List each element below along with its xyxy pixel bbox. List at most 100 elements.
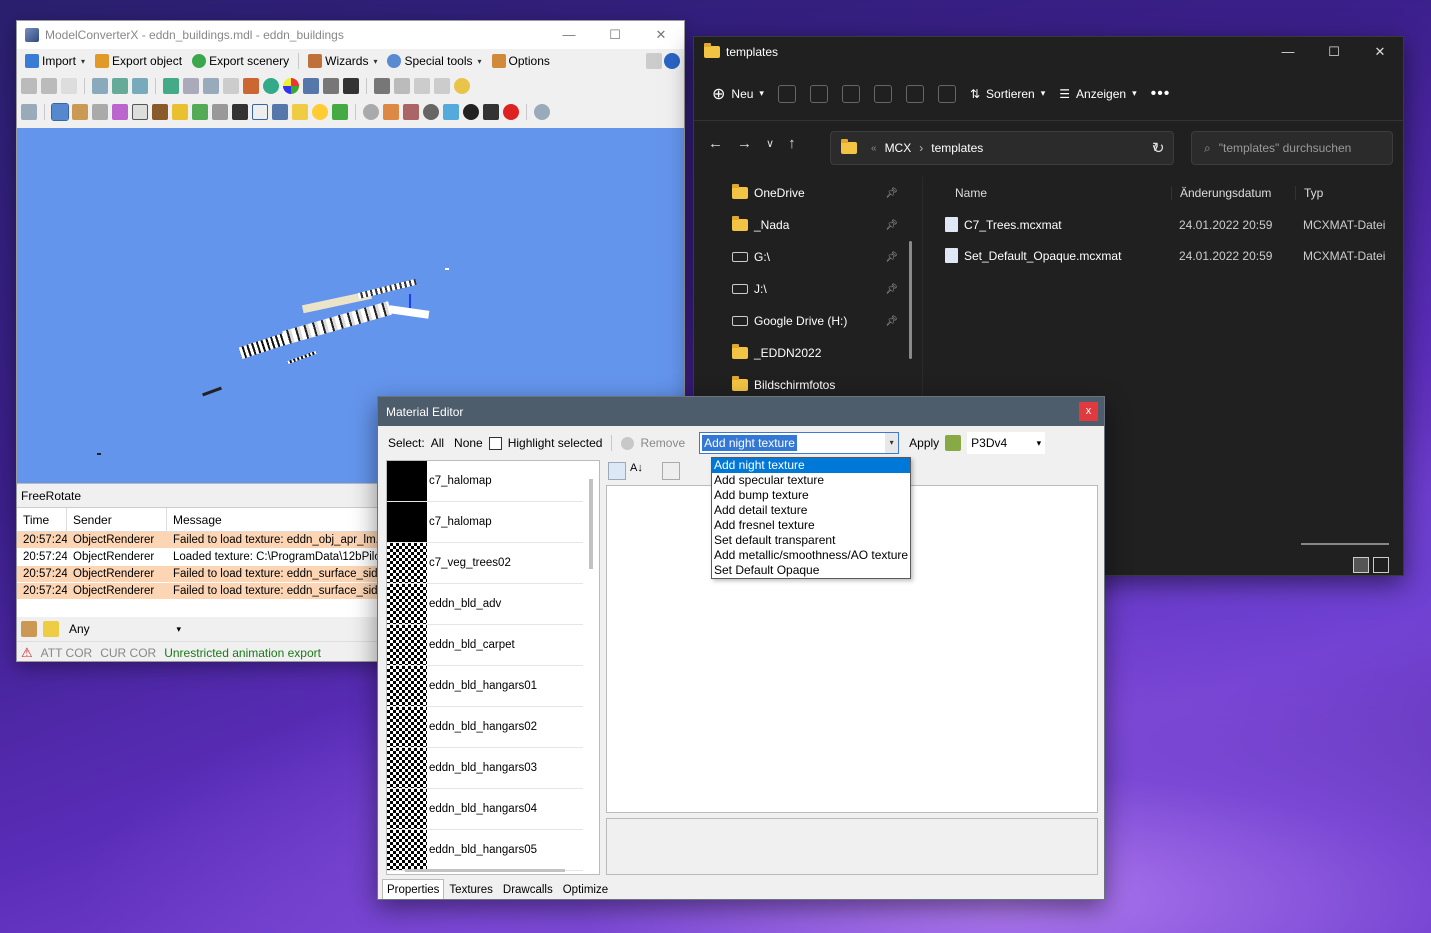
- tab-drawcalls[interactable]: Drawcalls: [498, 879, 558, 899]
- list-item[interactable]: c7_veg_trees02: [387, 543, 583, 584]
- chevron-down-icon[interactable]: ▾: [885, 433, 899, 453]
- green-box-icon[interactable]: [192, 104, 208, 120]
- tab-optimize[interactable]: Optimize: [558, 879, 613, 899]
- arrows-icon[interactable]: [443, 104, 459, 120]
- sort-az-icon[interactable]: A↓: [630, 462, 648, 480]
- paste-icon[interactable]: [841, 84, 860, 103]
- list-item[interactable]: C7_Trees.mcxmat 24.01.2022 20:59 MCXMAT-…: [923, 209, 1403, 240]
- layout-icon[interactable]: [646, 53, 662, 69]
- close-icon[interactable]: ✕: [638, 21, 684, 49]
- recent-chevron-icon[interactable]: ∨: [766, 137, 774, 150]
- pin-icon[interactable]: 📌︎: [885, 316, 898, 327]
- forward-arrow-icon[interactable]: →: [737, 135, 752, 152]
- rename-icon[interactable]: [873, 84, 892, 103]
- bomb-icon[interactable]: [503, 104, 519, 120]
- yellow-box-icon[interactable]: [172, 104, 188, 120]
- grid-icon[interactable]: [51, 103, 69, 121]
- dropdown-option[interactable]: Set Default Opaque: [712, 563, 910, 578]
- list-item[interactable]: eddn_bld_hangars03: [387, 748, 583, 789]
- list-item[interactable]: eddn_bld_hangars05: [387, 830, 583, 871]
- sun-icon[interactable]: [292, 104, 308, 120]
- breadcrumb-templates[interactable]: templates: [931, 141, 983, 155]
- pin-icon[interactable]: 📌︎: [885, 220, 898, 231]
- list-item[interactable]: eddn_bld_hangars04: [387, 789, 583, 830]
- close-icon[interactable]: ✕: [1357, 37, 1403, 67]
- notepad-icon[interactable]: [21, 621, 37, 637]
- pin-icon[interactable]: 📌︎: [885, 252, 898, 263]
- categorized-icon[interactable]: [608, 462, 626, 480]
- remove-button[interactable]: Remove: [640, 436, 685, 450]
- details-view-icon[interactable]: [1353, 557, 1369, 573]
- dropdown-option[interactable]: Set default transparent: [712, 533, 910, 548]
- sidebar-item-eddn2022[interactable]: _EDDN2022: [694, 337, 920, 369]
- file-list-hscroll[interactable]: [1301, 543, 1389, 545]
- crosshair-icon[interactable]: [252, 104, 268, 120]
- cut-icon[interactable]: [777, 84, 796, 103]
- tab-properties[interactable]: Properties: [382, 879, 445, 899]
- list-item[interactable]: eddn_bld_adv: [387, 584, 583, 625]
- export-scenery-button[interactable]: Export scenery: [188, 54, 293, 68]
- checker-ball-icon[interactable]: [463, 104, 479, 120]
- back-icon[interactable]: [21, 78, 37, 94]
- hierarchy-icon[interactable]: [132, 78, 148, 94]
- platform-select[interactable]: P3Dv4: [967, 432, 1046, 454]
- back-arrow-icon[interactable]: ←: [708, 135, 723, 152]
- copy-icon[interactable]: [809, 84, 828, 103]
- dropdown-option[interactable]: Add specular texture: [712, 473, 910, 488]
- monitor-icon[interactable]: [374, 78, 390, 94]
- new-button[interactable]: ⊕ Neu ▾: [712, 84, 764, 104]
- dropdown-option[interactable]: Add night texture: [712, 458, 910, 473]
- tiles-view-icon[interactable]: [1373, 557, 1389, 573]
- close-button[interactable]: x: [1079, 402, 1098, 421]
- cube-icon[interactable]: [303, 78, 319, 94]
- search-input[interactable]: ⌕ "templates" durchsuchen: [1191, 131, 1393, 165]
- list-item[interactable]: eddn_bld_carpet: [387, 625, 583, 666]
- dropdown-option[interactable]: Add metallic/smoothness/AO texture: [712, 548, 910, 563]
- col-sender[interactable]: Sender: [67, 507, 167, 532]
- undo-icon[interactable]: [414, 78, 430, 94]
- sphere-icon[interactable]: [423, 104, 439, 120]
- weight-icon[interactable]: [483, 104, 499, 120]
- eye-icon[interactable]: [534, 104, 550, 120]
- brick-icon[interactable]: [152, 104, 168, 120]
- tools-icon[interactable]: [72, 104, 88, 120]
- list-item[interactable]: Set_Default_Opaque.mcxmat 24.01.2022 20:…: [923, 240, 1403, 271]
- select-none-link[interactable]: None: [454, 436, 483, 450]
- dropdown-option[interactable]: Add fresnel texture: [712, 518, 910, 533]
- pin-icon[interactable]: 📌︎: [885, 284, 898, 295]
- redo-icon[interactable]: [434, 78, 450, 94]
- marker-icon[interactable]: [112, 78, 128, 94]
- list-item[interactable]: c7_halomap: [387, 461, 583, 502]
- zoom-icon[interactable]: [92, 78, 108, 94]
- sidebar-item-google-drive[interactable]: Google Drive (H:) 📌︎: [694, 305, 920, 337]
- log-filter-select[interactable]: Any: [65, 620, 185, 638]
- sort-button[interactable]: ⇅ Sortieren ▾: [970, 87, 1045, 101]
- more-icon[interactable]: •••: [1151, 85, 1171, 103]
- texture-icon[interactable]: [163, 78, 179, 94]
- col-date[interactable]: Änderungsdatum: [1171, 186, 1295, 200]
- bulb-icon[interactable]: [312, 104, 328, 120]
- list-item[interactable]: c7_halomap: [387, 502, 583, 543]
- sidebar-item-j-drive[interactable]: J:\ 📌︎: [694, 273, 920, 305]
- tab-textures[interactable]: Textures: [444, 879, 497, 899]
- material-icon[interactable]: [403, 104, 419, 120]
- options-button[interactable]: Options: [488, 54, 554, 68]
- list-icon[interactable]: [394, 78, 410, 94]
- nodes-icon[interactable]: [112, 104, 128, 120]
- pencil-icon[interactable]: [92, 104, 108, 120]
- action-combo[interactable]: Add night texture ▾: [699, 432, 900, 454]
- puzzle-icon[interactable]: [945, 435, 962, 451]
- special-tools-menu[interactable]: Special tools ▾: [383, 54, 485, 68]
- help-icon[interactable]: [664, 53, 680, 69]
- measure-icon[interactable]: [212, 104, 228, 120]
- minimize-icon[interactable]: —: [546, 21, 592, 49]
- colorcube-icon[interactable]: [383, 104, 399, 120]
- clock-icon[interactable]: [454, 78, 470, 94]
- minimize-icon[interactable]: —: [1265, 37, 1311, 67]
- delete-icon[interactable]: [937, 84, 956, 103]
- col-type[interactable]: Typ: [1295, 186, 1323, 200]
- sidebar-item-nada[interactable]: _Nada 📌︎: [694, 209, 920, 241]
- import-menu[interactable]: Import ▾: [21, 54, 89, 68]
- wizards-menu[interactable]: Wizards ▾: [304, 54, 381, 68]
- address-bar[interactable]: « MCX › templates ∨: [830, 131, 1174, 165]
